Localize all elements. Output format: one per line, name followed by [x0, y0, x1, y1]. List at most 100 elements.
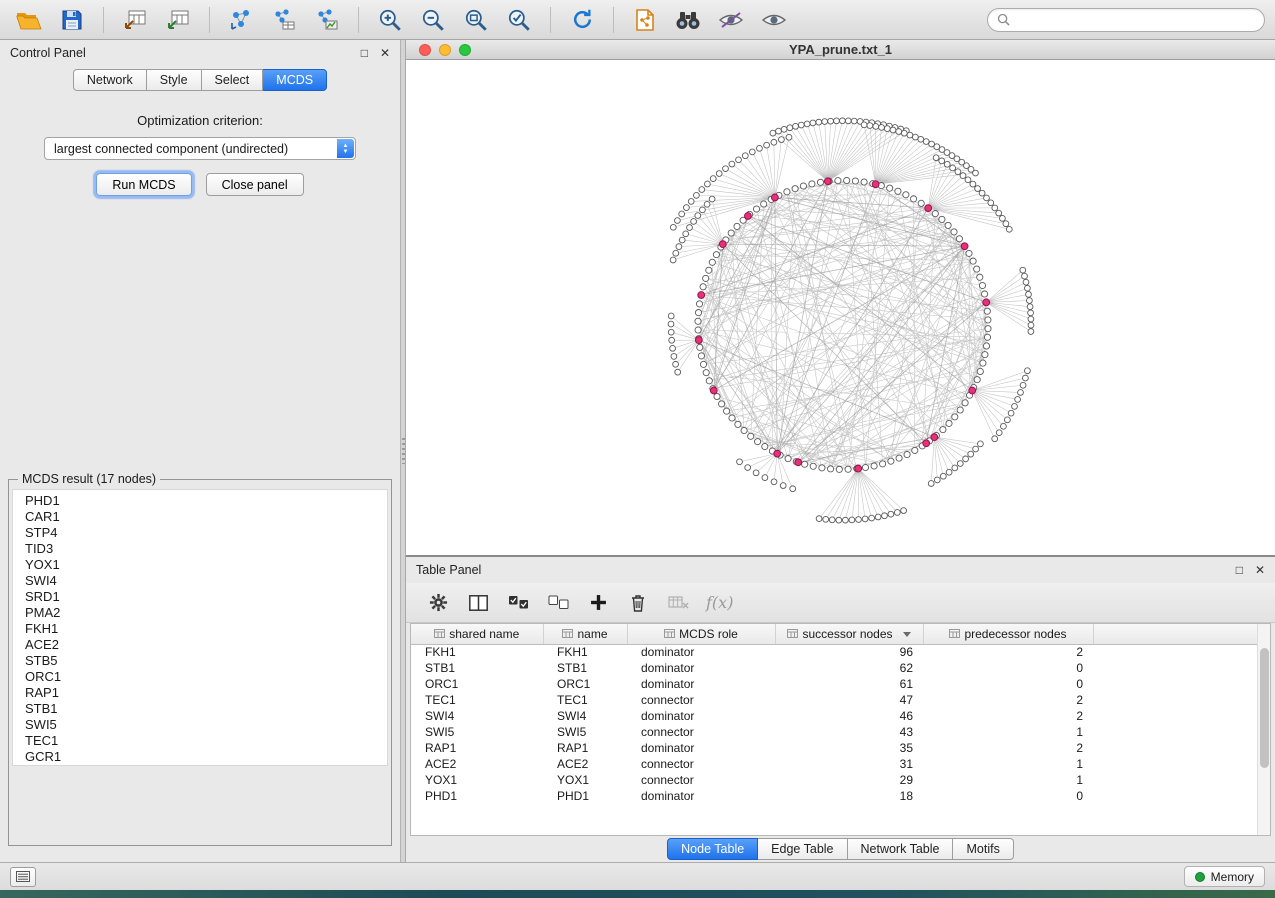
network-node[interactable]: [729, 161, 735, 167]
network-node[interactable]: [968, 451, 974, 457]
network-node[interactable]: [873, 124, 879, 130]
table-row[interactable]: FKH1FKH1dominator962: [411, 644, 1270, 660]
network-node[interactable]: [668, 329, 674, 335]
network-node[interactable]: [698, 353, 704, 359]
network-node[interactable]: [709, 196, 715, 202]
network-node[interactable]: [1028, 322, 1034, 328]
show-graphics-details-icon[interactable]: [755, 5, 793, 35]
refresh-layout-icon[interactable]: [563, 5, 601, 35]
network-node[interactable]: [875, 514, 881, 520]
network-node[interactable]: [745, 465, 751, 471]
find-icon[interactable]: [669, 5, 707, 35]
network-node[interactable]: [982, 352, 988, 358]
close-panel-icon[interactable]: ✕: [380, 47, 390, 59]
network-node[interactable]: [709, 259, 715, 265]
network-node[interactable]: [983, 343, 989, 349]
network-node[interactable]: [982, 291, 988, 297]
close-panel-button[interactable]: Close panel: [206, 173, 304, 196]
network-node[interactable]: [934, 477, 940, 483]
tab-mcds[interactable]: MCDS: [263, 69, 327, 91]
network-node[interactable]: [862, 516, 868, 522]
network-node[interactable]: [761, 201, 767, 207]
network-node[interactable]: [755, 439, 761, 445]
network-node[interactable]: [792, 186, 798, 192]
network-node[interactable]: [745, 213, 752, 220]
network-node[interactable]: [1015, 397, 1021, 403]
zoom-out-icon[interactable]: [414, 5, 452, 35]
network-node[interactable]: [851, 118, 857, 124]
column-layout-icon[interactable]: [460, 588, 496, 618]
network-node[interactable]: [928, 481, 934, 487]
tab-select[interactable]: Select: [202, 69, 264, 91]
network-node[interactable]: [670, 257, 676, 263]
table-row[interactable]: RAP1RAP1dominator352: [411, 740, 1270, 756]
network-node[interactable]: [888, 511, 894, 517]
list-item[interactable]: PMA2: [25, 605, 387, 621]
network-node[interactable]: [716, 171, 722, 177]
network-node[interactable]: [888, 458, 894, 464]
network-node[interactable]: [687, 225, 693, 231]
list-item[interactable]: STB5: [25, 653, 387, 669]
hide-graphics-details-icon[interactable]: [712, 5, 750, 35]
close-window-icon[interactable]: [419, 44, 431, 56]
network-node[interactable]: [816, 516, 822, 522]
network-node[interactable]: [779, 137, 785, 143]
network-node[interactable]: [932, 210, 938, 216]
network-node[interactable]: [896, 129, 902, 135]
network-node[interactable]: [670, 224, 676, 230]
network-node[interactable]: [973, 446, 979, 452]
network-node[interactable]: [907, 132, 913, 138]
network-node[interactable]: [710, 387, 717, 394]
network-node[interactable]: [965, 177, 971, 183]
network-node[interactable]: [1028, 310, 1034, 316]
tab-network[interactable]: Network: [73, 69, 147, 91]
network-node[interactable]: [688, 199, 694, 205]
network-node[interactable]: [753, 470, 759, 476]
network-node[interactable]: [804, 121, 810, 127]
network-node[interactable]: [988, 200, 994, 206]
open-session-icon[interactable]: [10, 5, 48, 35]
network-node[interactable]: [1026, 291, 1032, 297]
network-node[interactable]: [781, 126, 787, 132]
network-node[interactable]: [735, 421, 741, 427]
network-node[interactable]: [795, 459, 802, 466]
list-item[interactable]: STB1: [25, 701, 387, 717]
function-builder-icon[interactable]: f(x): [700, 588, 739, 618]
network-node[interactable]: [694, 192, 700, 198]
network-node[interactable]: [762, 475, 768, 481]
network-node[interactable]: [776, 128, 782, 134]
network-node[interactable]: [996, 430, 1002, 436]
list-item[interactable]: ACE2: [25, 637, 387, 653]
network-node[interactable]: [978, 441, 984, 447]
delete-table-icon[interactable]: [660, 588, 696, 618]
list-item[interactable]: TEC1: [25, 733, 387, 749]
network-node[interactable]: [895, 188, 901, 194]
share-document-icon[interactable]: [626, 5, 664, 35]
network-node[interactable]: [810, 120, 816, 126]
network-node[interactable]: [852, 178, 858, 184]
network-node[interactable]: [992, 205, 998, 211]
network-node[interactable]: [1028, 316, 1034, 322]
network-node[interactable]: [705, 181, 711, 187]
network-node[interactable]: [1027, 298, 1033, 304]
network-node[interactable]: [798, 122, 804, 128]
network-node[interactable]: [772, 194, 779, 201]
network-node[interactable]: [704, 201, 710, 207]
network-node[interactable]: [786, 134, 792, 140]
network-node[interactable]: [960, 173, 966, 179]
network-node[interactable]: [673, 361, 679, 367]
table-row[interactable]: SWI4SWI4dominator462: [411, 708, 1270, 724]
network-node[interactable]: [816, 119, 822, 125]
network-node[interactable]: [984, 308, 990, 314]
network-node[interactable]: [771, 479, 777, 485]
network-node[interactable]: [1003, 221, 1009, 227]
network-node[interactable]: [939, 158, 945, 164]
network-node[interactable]: [669, 337, 675, 343]
network-node[interactable]: [771, 139, 777, 145]
network-node[interactable]: [977, 274, 983, 280]
network-node[interactable]: [923, 440, 930, 447]
network-node[interactable]: [780, 483, 786, 489]
network-node[interactable]: [679, 211, 685, 217]
list-item[interactable]: YOX1: [25, 557, 387, 573]
network-node[interactable]: [1005, 417, 1011, 423]
